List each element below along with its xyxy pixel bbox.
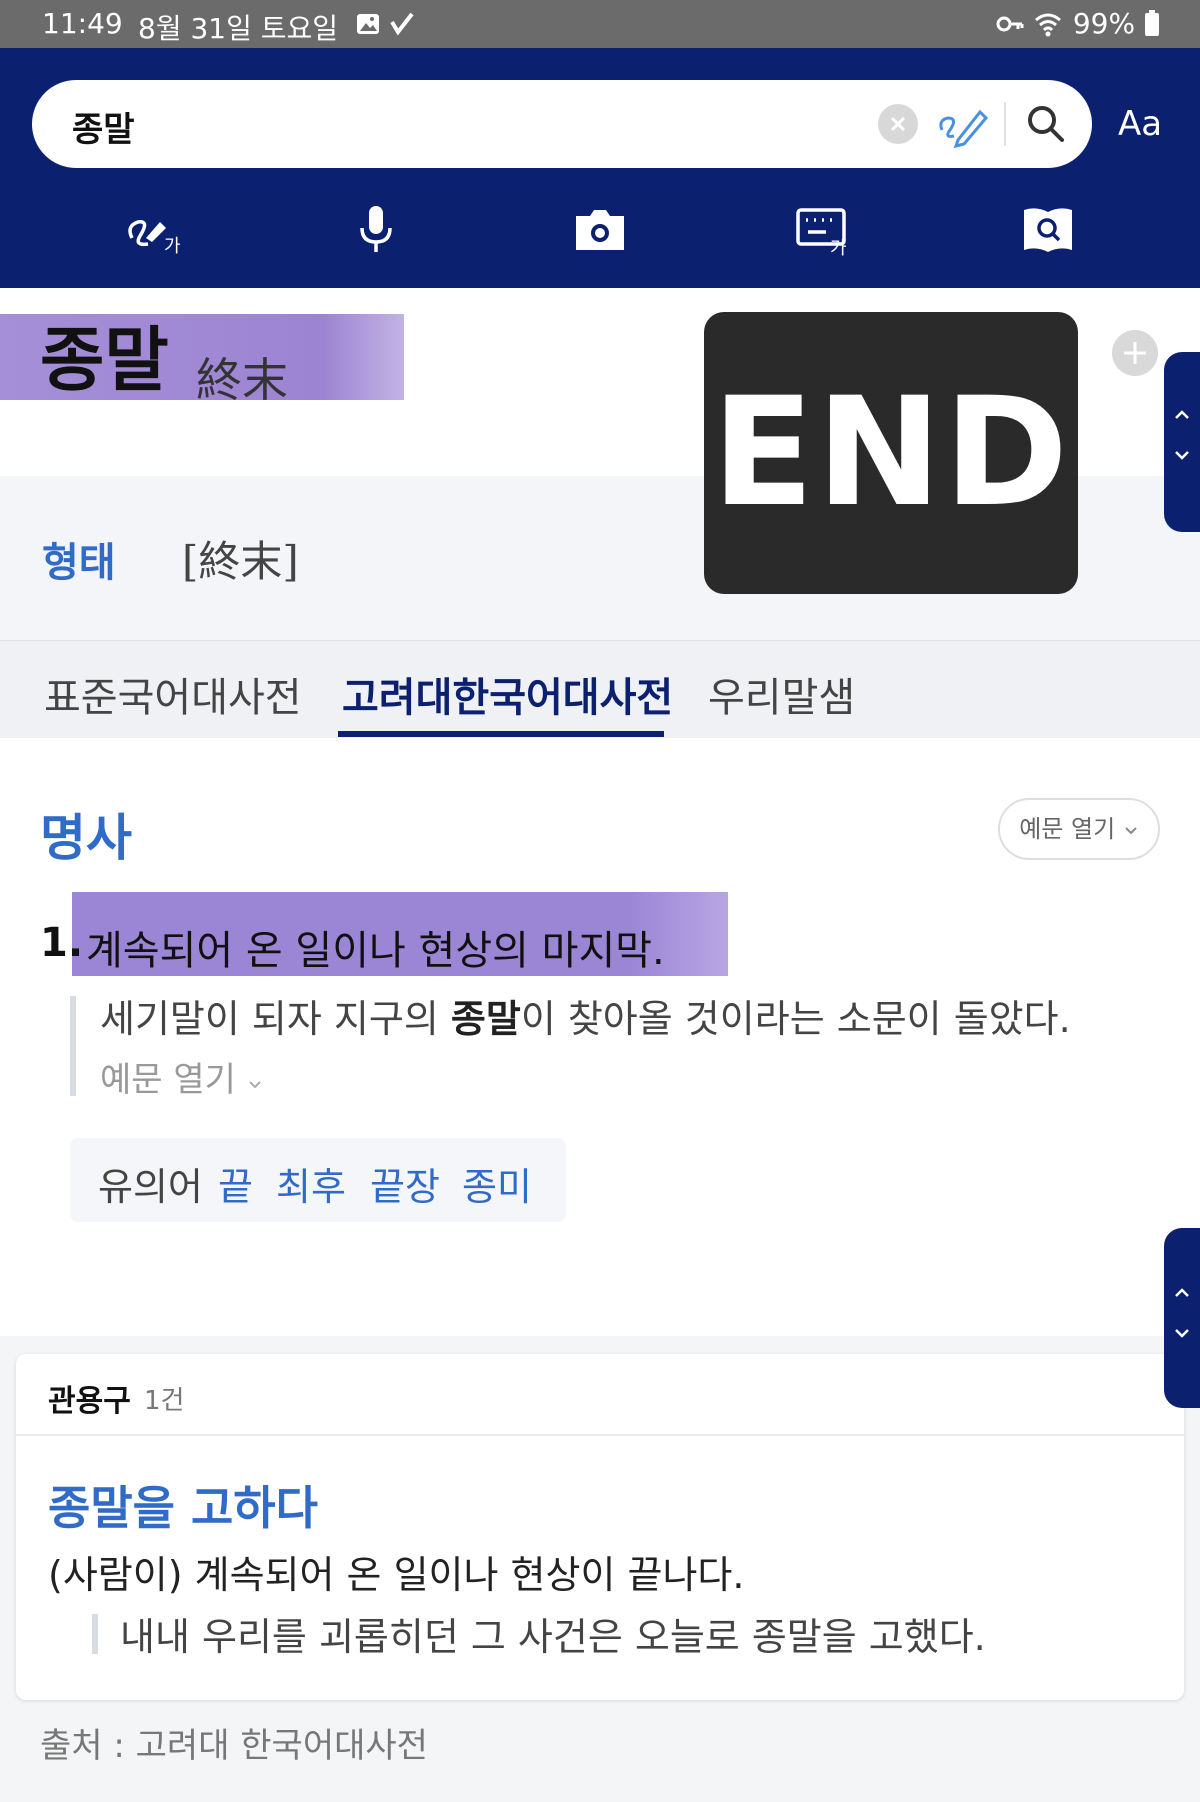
search-query[interactable]: 종말: [72, 102, 135, 151]
search-input[interactable]: 종말: [32, 80, 1092, 168]
source-text: 출처 : 고려대 한국어대사전: [40, 1726, 428, 1766]
more-examples-link[interactable]: 예문 열기: [100, 1052, 263, 1101]
idiom-title-link[interactable]: 종말을 고하다: [48, 1472, 318, 1538]
microphone-icon[interactable]: [346, 204, 406, 256]
idiom-heading: 관용구: [48, 1384, 131, 1419]
key-icon: [996, 16, 1024, 32]
search-icon[interactable]: [1022, 100, 1070, 148]
open-examples-button[interactable]: 예문 열기: [998, 798, 1160, 860]
idiom-count: 1건: [144, 1386, 185, 1416]
entry-image[interactable]: END: [704, 312, 1078, 594]
status-time: 11:49: [42, 7, 123, 40]
add-wordbook-button[interactable]: [1112, 330, 1158, 376]
idiom-quote-bar: [92, 1614, 98, 1654]
idiom-divider: [16, 1434, 1184, 1436]
example-quote-bar: [70, 996, 76, 1096]
svg-text:가: 가: [164, 236, 181, 256]
sense-number: 1.: [40, 920, 84, 966]
tab-standard-dictionary[interactable]: 표준국어대사전: [44, 665, 302, 723]
form-value: [終末]: [182, 537, 299, 586]
entry-image-text: END: [711, 366, 1071, 540]
keyboard-icon[interactable]: 가: [794, 204, 854, 256]
chevron-up-down-icon: [1175, 410, 1189, 460]
headword-hanja: 終末: [196, 353, 288, 407]
idiom-card: 관용구 1건 종말을 고하다 (사람이) 계속되어 온 일이나 현상이 끝나다.…: [16, 1354, 1184, 1700]
status-bar: 11:49 8월 31일 토요일 99%: [0, 0, 1200, 48]
chevron-down-icon: [1125, 827, 1137, 835]
clear-search-button[interactable]: [878, 104, 918, 144]
side-scroll-nav-bottom[interactable]: [1164, 1228, 1200, 1408]
battery-level: 99%: [1073, 7, 1160, 40]
part-of-speech: 명사: [40, 809, 132, 867]
search-separator: [1004, 102, 1006, 146]
chevron-down-icon: [249, 1081, 261, 1089]
synonym-link[interactable]: 끝장: [370, 1156, 440, 1211]
check-icon: [390, 12, 414, 36]
synonym-box: 유의어 끝 최후 끝장 종미: [70, 1138, 566, 1222]
example-sentence: 세기말이 되자 지구의 종말이 찾아올 것이라는 소문이 돌았다.: [100, 997, 1071, 1041]
wifi-icon: [1035, 13, 1061, 37]
battery-icon: [1145, 10, 1159, 36]
idiom-definition: (사람이) 계속되어 온 일이나 현상이 끝나다.: [48, 1553, 745, 1597]
handwriting-icon[interactable]: 가: [124, 204, 184, 256]
gallery-icon: [357, 14, 379, 34]
handwriting-pen-icon[interactable]: [936, 100, 988, 148]
form-label: 형태: [42, 540, 116, 586]
dictionary-tabs: 표준국어대사전 고려대한국어대사전 우리말샘: [0, 640, 1200, 738]
font-size-button[interactable]: Aa: [1118, 104, 1162, 144]
book-search-icon[interactable]: [1018, 204, 1078, 256]
svg-text:가: 가: [830, 238, 847, 256]
tab-korea-univ-dictionary[interactable]: 고려대한국어대사전: [342, 665, 673, 723]
chevron-up-down-icon: [1175, 1288, 1189, 1338]
synonym-link[interactable]: 종미: [462, 1156, 532, 1211]
synonym-link[interactable]: 끝: [218, 1156, 253, 1211]
tab-urimalsaem[interactable]: 우리말샘: [708, 665, 855, 723]
idiom-example: 내내 우리를 괴롭히던 그 사건은 오늘로 종말을 고했다.: [120, 1615, 986, 1659]
headword: 종말: [40, 319, 169, 401]
close-icon: [890, 116, 906, 132]
search-header: 종말 Aa 가 가: [0, 48, 1200, 288]
status-date: 8월 31일 토요일: [138, 12, 339, 45]
side-scroll-nav-top[interactable]: [1164, 352, 1200, 532]
active-tab-indicator: [338, 731, 664, 737]
synonym-label: 유의어: [98, 1165, 203, 1209]
plus-icon: [1124, 342, 1146, 364]
camera-icon[interactable]: [570, 204, 630, 256]
synonym-link[interactable]: 최후: [276, 1156, 346, 1211]
definition-text: 계속되어 온 일이나 현상의 마지막.: [86, 928, 665, 974]
